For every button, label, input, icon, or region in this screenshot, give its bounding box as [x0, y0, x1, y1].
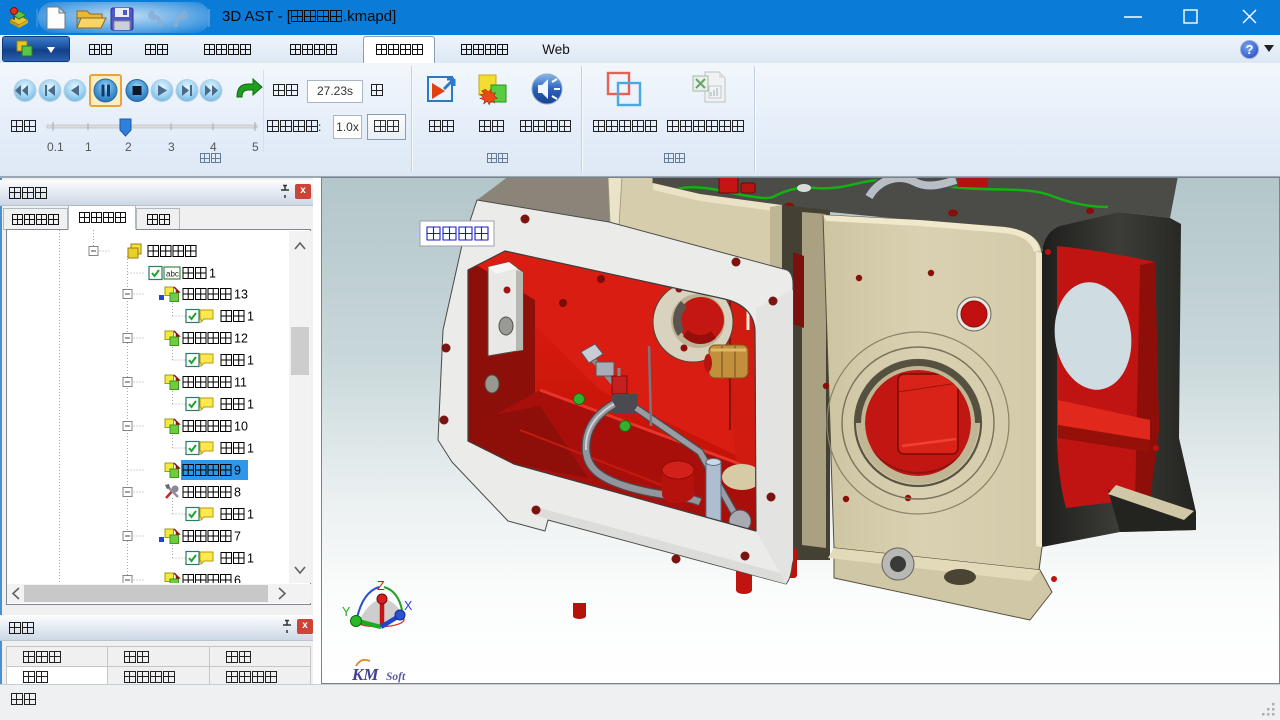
svg-text:1: 1	[247, 508, 254, 522]
svg-text:6: 6	[234, 574, 241, 584]
svg-text:X: X	[404, 599, 413, 613]
svg-text:1: 1	[209, 267, 216, 281]
svg-text:9: 9	[234, 464, 241, 478]
svg-text:abc: abc	[166, 270, 179, 279]
svg-text:Y: Y	[342, 605, 351, 619]
svg-text:1: 1	[247, 354, 254, 368]
svg-text:11: 11	[234, 376, 247, 390]
svg-text:1: 1	[247, 442, 254, 456]
svg-text:Z: Z	[377, 579, 385, 593]
svg-text:12: 12	[234, 332, 248, 346]
svg-text:10: 10	[234, 420, 248, 434]
svg-text:1: 1	[247, 310, 254, 324]
svg-text:8: 8	[234, 486, 241, 500]
svg-text:13: 13	[234, 288, 248, 302]
svg-text:1: 1	[247, 552, 254, 566]
svg-text:7: 7	[234, 530, 241, 544]
svg-text:Soft: Soft	[386, 671, 406, 683]
svg-text:1: 1	[247, 398, 254, 412]
svg-text:KM: KM	[351, 665, 379, 684]
